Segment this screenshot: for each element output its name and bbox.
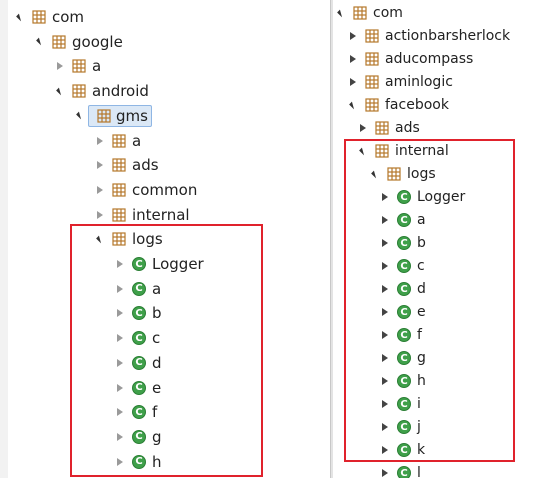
tree-item-label: ads [132,156,159,175]
tree-item-label: gms [116,106,148,125]
collapsed-triangle-icon[interactable] [379,467,391,478]
expanded-triangle-icon[interactable] [335,7,347,19]
class-icon: C [397,466,411,478]
expanded-triangle-icon[interactable] [74,110,86,122]
tree-item-gms-common[interactable]: common [94,179,197,201]
left-package-explorer: com google a android gms a ads common internal lo… [0,0,330,478]
tree-item-com[interactable]: com [335,2,403,24]
tree-item-gms-ads[interactable]: ads [94,154,159,176]
package-icon [52,35,66,49]
tree-item-label: a [92,57,102,76]
expanded-triangle-icon[interactable] [347,99,359,111]
tree-item-gms[interactable]: gms [74,104,152,127]
tree-item-actionbarsherlock[interactable]: actionbarsherlock [347,25,510,47]
tree-item-label: android [92,82,149,101]
selected-item-highlight[interactable]: gms [88,104,152,127]
package-icon [365,75,379,89]
collapsed-triangle-icon[interactable] [54,60,66,72]
package-icon [375,121,389,135]
package-icon [365,52,379,66]
expanded-triangle-icon[interactable] [54,85,66,97]
tree-item-label: aminlogic [385,74,453,90]
collapsed-triangle-icon[interactable] [357,122,369,134]
collapsed-triangle-icon[interactable] [347,30,359,42]
tree-item-google[interactable]: google [34,31,123,53]
package-icon [112,207,126,222]
tree-item-android[interactable]: android [54,80,149,102]
package-icon [365,98,379,112]
right-package-explorer: com actionbarsherlock aducompass aminlogic f… [333,0,539,478]
collapsed-triangle-icon[interactable] [94,184,106,196]
package-icon [365,29,379,43]
collapsed-triangle-icon[interactable] [347,76,359,88]
tree-item-aminlogic[interactable]: aminlogic [347,71,453,93]
tree-item-label: com [373,5,403,21]
package-icon [97,109,111,123]
highlight-box-right [344,139,515,462]
tree-item-label: l [417,465,421,478]
tree-item-label: common [132,180,198,199]
tree-item-facebook[interactable]: facebook [347,94,449,116]
tree-item-label: a [132,131,142,150]
package-icon [72,84,86,98]
package-icon [112,183,126,197]
collapsed-triangle-icon[interactable] [94,209,106,221]
package-icon [72,59,86,73]
tree-item-label: internal [132,205,190,224]
tree-item-label: facebook [385,97,449,113]
package-icon [353,6,367,20]
collapsed-triangle-icon[interactable] [94,159,106,171]
collapsed-triangle-icon[interactable] [94,135,106,147]
highlight-box-left [70,224,263,477]
tree-item-label: actionbarsherlock [385,28,511,44]
tree-item-label: google [72,32,123,51]
tree-item-gms-a[interactable]: a [94,130,141,152]
package-icon [112,133,126,148]
package-icon [32,10,46,24]
left-scrollbar[interactable] [0,0,8,478]
tree-item-ads[interactable]: ads [357,117,420,139]
expanded-triangle-icon[interactable] [14,11,26,23]
expanded-triangle-icon[interactable] [34,36,46,48]
tree-item-a[interactable]: a [54,55,101,77]
tree-item-label: com [52,8,85,26]
tree-item-class-l[interactable]: Cl [379,462,421,478]
tree-item-aducompass[interactable]: aducompass [347,48,473,70]
collapsed-triangle-icon[interactable] [347,53,359,65]
tree-item-label: ads [395,120,420,136]
tree-item-gms-internal[interactable]: internal [94,204,190,226]
tree-item-label: aducompass [385,51,474,67]
tree-item-com[interactable]: com [14,6,84,28]
package-icon [112,158,126,172]
